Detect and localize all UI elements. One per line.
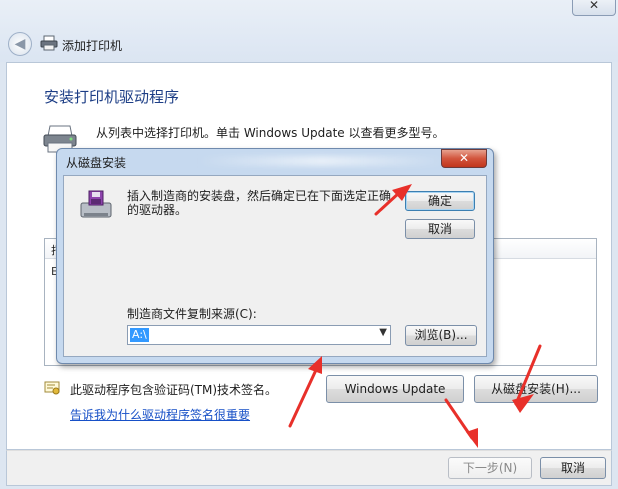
dialog-cancel-button[interactable]: 取消: [405, 219, 475, 239]
install-from-disk-dialog: 从磁盘安装 ✕ 插入制造商的安装盘，然后确定已在下面选定正确的驱动器。 确定 取…: [56, 148, 494, 364]
window-close-button[interactable]: ✕: [572, 0, 616, 16]
next-button[interactable]: 下一步(N): [448, 457, 532, 479]
browse-button[interactable]: 浏览(B)...: [405, 325, 477, 346]
back-button[interactable]: ◀: [8, 32, 32, 56]
source-path-value[interactable]: A:\: [130, 328, 149, 342]
windows-update-button[interactable]: Windows Update: [326, 375, 464, 403]
signature-status: 此驱动程序包含验证码(TM)技术签名。: [70, 383, 278, 397]
signing-info-link[interactable]: 告诉我为什么驱动程序签名很重要: [70, 406, 250, 423]
wizard-cancel-button[interactable]: 取消: [540, 457, 606, 479]
dialog-title-glass: [197, 156, 447, 166]
chevron-down-icon[interactable]: ▼: [379, 327, 387, 338]
dialog-title: 从磁盘安装: [66, 156, 127, 170]
certificate-icon: [44, 381, 60, 395]
close-icon: ✕: [588, 0, 600, 12]
instruction-text: 从列表中选择打印机。单击 Windows Update 以查看更多型号。: [96, 126, 445, 140]
source-path-combobox[interactable]: A:\ ▼: [127, 325, 391, 345]
source-label: 制造商文件复制来源(C):: [127, 307, 257, 321]
close-icon: ✕: [458, 151, 470, 165]
have-disk-button[interactable]: 从磁盘安装(H)...: [474, 375, 598, 403]
dialog-close-button[interactable]: ✕: [441, 149, 487, 168]
ok-button[interactable]: 确定: [405, 191, 475, 211]
dialog-message: 插入制造商的安装盘，然后确定已在下面选定正确的驱动器。: [127, 189, 392, 217]
disk-install-icon: [80, 190, 112, 218]
back-icon: ◀: [14, 36, 26, 52]
window-title: 添加打印机: [62, 39, 123, 53]
page-title: 安装打印机驱动程序: [44, 88, 180, 106]
printer-icon: [40, 35, 58, 51]
